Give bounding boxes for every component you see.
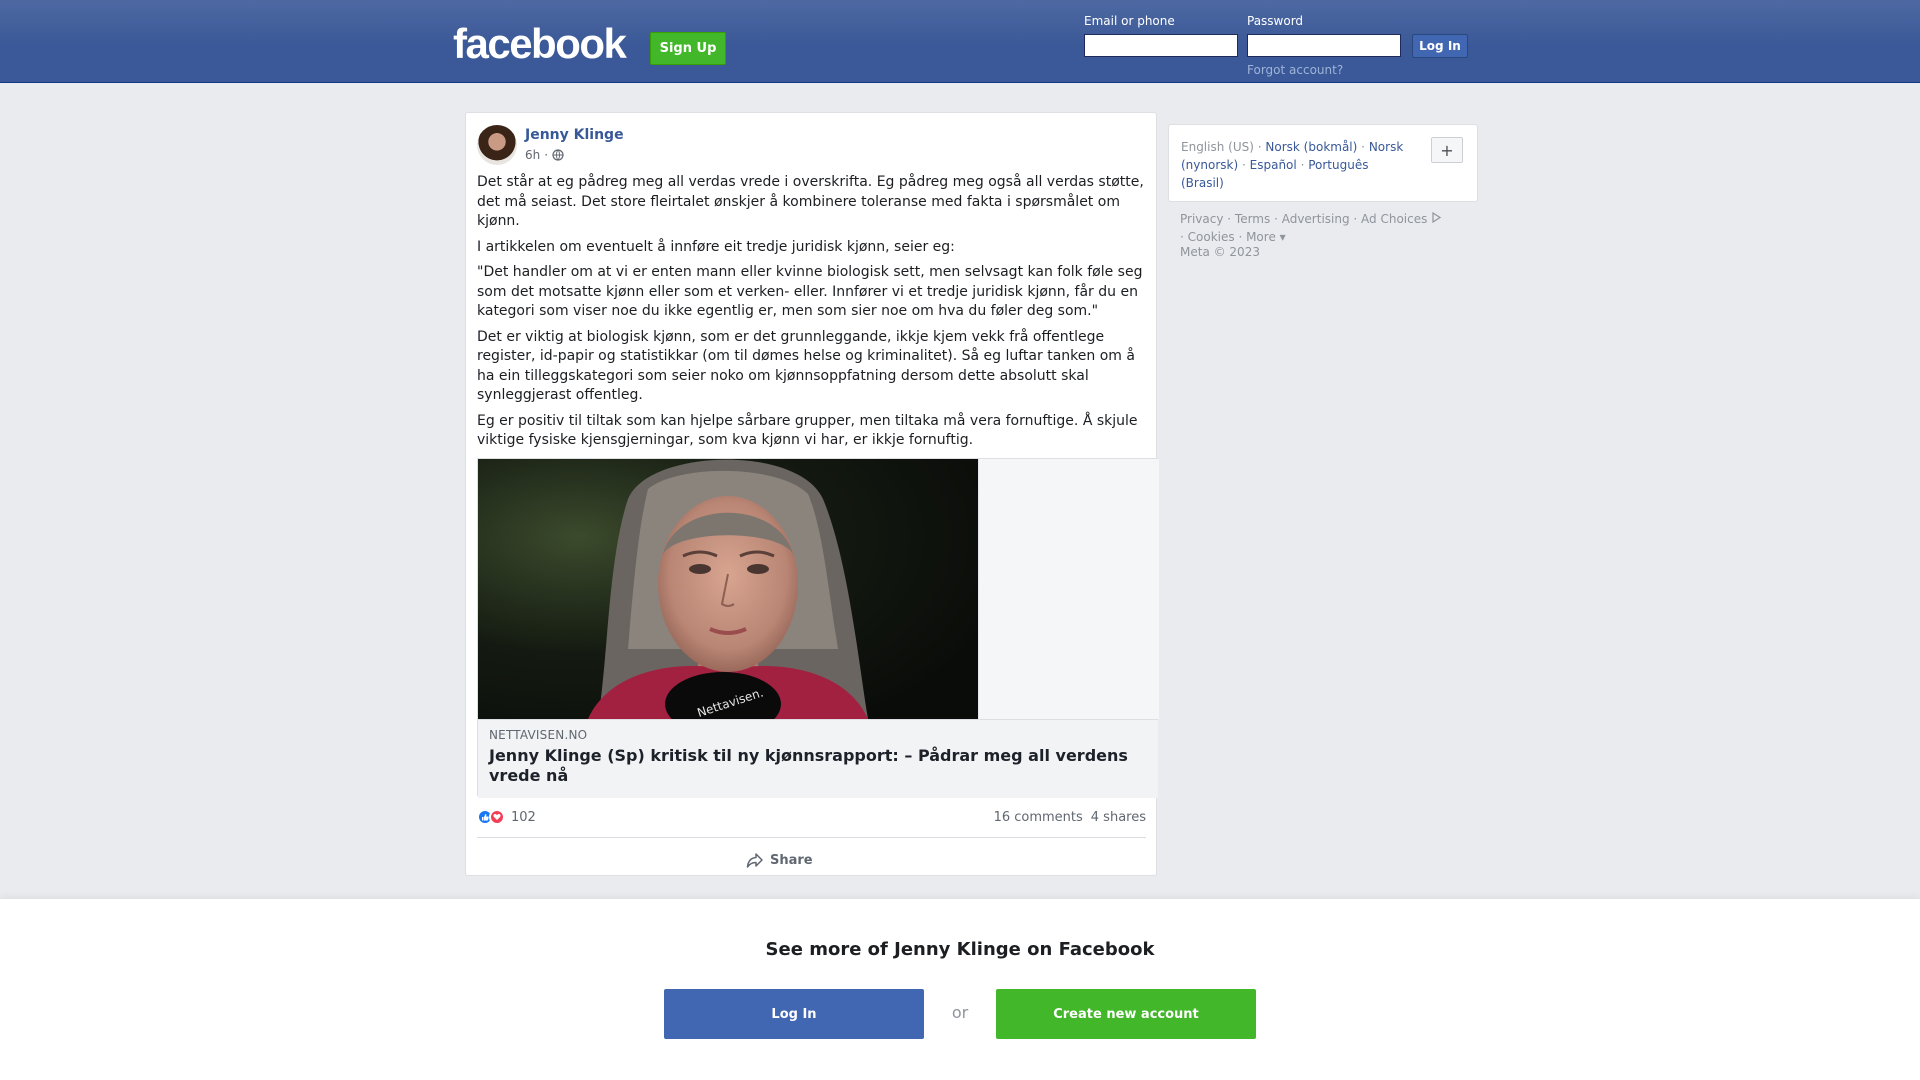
meta-separator: · (544, 148, 549, 162)
reactions-row: 102 16 comments 4 shares (477, 806, 1146, 828)
post-paragraph: Det står at eg pådreg meg all verdas vre… (477, 174, 1144, 229)
reaction-count[interactable]: 102 (511, 810, 536, 825)
footer-link-terms[interactable]: Terms (1235, 212, 1270, 226)
language-separator: · (1257, 140, 1262, 154)
love-reaction-icon[interactable] (489, 809, 505, 825)
bottom-login-button[interactable]: Log In (664, 989, 924, 1039)
language-separator: · (1361, 140, 1365, 154)
sign-up-button[interactable]: Sign Up (650, 32, 726, 65)
see-more-title: See more of Jenny Klinge on Facebook (765, 939, 1155, 960)
language-current: English (US) (1181, 140, 1254, 154)
copyright: Meta © 2023 (1180, 245, 1260, 259)
link-source: NETTAVISEN.NO (489, 728, 588, 742)
share-label: Share (770, 852, 813, 868)
footer-link-cookies[interactable]: Cookies (1188, 230, 1235, 244)
top-bar: facebook Sign Up Email or phone Password… (0, 0, 1920, 83)
globe-icon[interactable] (552, 149, 564, 161)
footer-links: Privacy · Terms · Advertising · Ad Choic… (1180, 210, 1480, 246)
footer-link-privacy[interactable]: Privacy (1180, 212, 1223, 226)
header-login-button[interactable]: Log In (1412, 34, 1468, 58)
language-box: English (US) · Norsk (bokmål) · Norsk (n… (1168, 124, 1478, 202)
link-text-area[interactable]: NETTAVISEN.NO Jenny Klinge (Sp) kritisk … (478, 719, 1158, 798)
caret-down-icon[interactable]: ▾ (1280, 230, 1286, 244)
post-author[interactable]: Jenny Klinge (525, 127, 624, 143)
password-label: Password (1247, 14, 1304, 28)
comments-count[interactable]: 16 comments (994, 810, 1083, 825)
email-field[interactable] (1084, 34, 1238, 57)
post-paragraph: I artikkelen om eventuelt å innføre eit … (477, 238, 955, 255)
share-button[interactable]: Share (746, 848, 813, 872)
preview-blank-area (978, 459, 1159, 719)
post-time[interactable]: 6h (525, 148, 540, 162)
post-body: Det står at eg pådreg meg all verdas vre… (477, 173, 1147, 457)
or-separator: or (951, 1003, 969, 1022)
actions-divider (477, 837, 1146, 838)
more-languages-button[interactable]: + (1431, 137, 1463, 163)
forgot-account-link[interactable]: Forgot account? (1247, 63, 1343, 77)
post-card: Jenny Klinge 6h · Det står at eg pådreg … (465, 112, 1159, 876)
ad-choices-icon[interactable] (1431, 211, 1442, 224)
language-separator: · (1241, 158, 1246, 172)
avatar[interactable] (477, 125, 517, 165)
post-meta: 6h · (525, 148, 564, 162)
footer-link-ad-choices[interactable]: Ad Choices (1361, 212, 1427, 226)
language-list: English (US) · Norsk (bokmål) · Norsk (n… (1181, 138, 1411, 192)
shares-count[interactable]: 4 shares (1091, 810, 1146, 825)
footer-link-advertising[interactable]: Advertising (1282, 212, 1350, 226)
language-option[interactable]: Español (1250, 158, 1297, 172)
language-option[interactable]: Norsk (bokmål) (1265, 140, 1357, 154)
language-separator: · (1300, 158, 1305, 172)
post-paragraph: Det er viktig at biologisk kjønn, som er… (477, 328, 1135, 404)
link-headline[interactable]: Jenny Klinge (Sp) kritisk til ny kjønnsr… (489, 746, 1129, 786)
email-label: Email or phone (1084, 14, 1175, 28)
link-preview[interactable]: Nettavisen. NETTAVISEN.NO Jenny Klinge (… (477, 458, 1159, 798)
post-stats: 16 comments 4 shares (994, 810, 1146, 825)
share-icon (746, 853, 763, 868)
password-field[interactable] (1247, 34, 1401, 57)
create-account-button[interactable]: Create new account (996, 989, 1256, 1039)
see-more-panel: See more of Jenny Klinge on Facebook Log… (0, 899, 1920, 1080)
footer-link-more[interactable]: More (1246, 230, 1276, 244)
post-paragraph: Eg er positiv til tiltak som kan hjelpe … (477, 412, 1138, 449)
article-image[interactable]: Nettavisen. (478, 459, 978, 719)
facebook-logo[interactable]: facebook (453, 20, 627, 68)
post-paragraph: "Det handler om at vi er enten mann elle… (477, 264, 1143, 319)
